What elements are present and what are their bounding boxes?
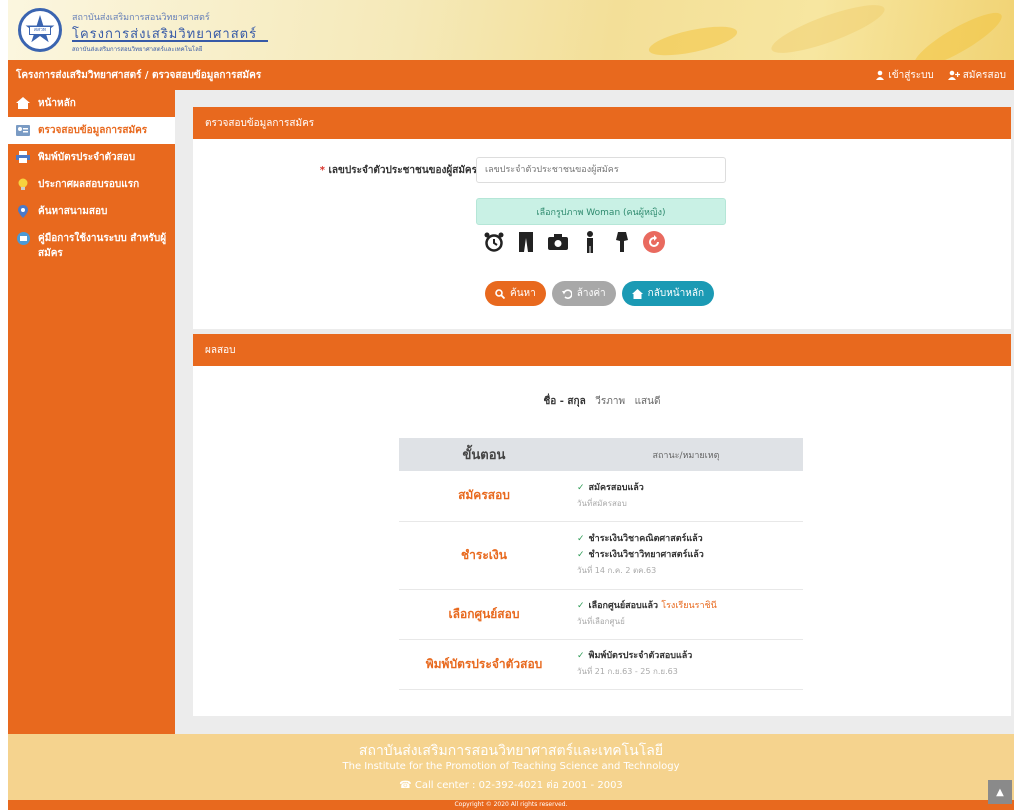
captcha-options: [483, 231, 665, 253]
brand-line-1: สถาบันส่งเสริมการสอนวิทยาศาสตร์: [72, 13, 210, 23]
column-header-step: ขั้นตอน: [399, 438, 569, 471]
table-row: สมัครสอบ ✓ สมัครสอบแล้ว วันที่สมัครสอบ: [399, 471, 803, 522]
phone-icon: ☎: [399, 780, 415, 791]
lightbulb-icon: [16, 177, 30, 191]
check-icon: ✓: [577, 550, 585, 560]
sidebar-item-results[interactable]: ประกาศผลสอบรอบแรก: [8, 171, 175, 198]
chevron-up-icon: ▲: [996, 786, 1004, 798]
footer-org-thai: สถาบันส่งเสริมการสอนวิทยาศาสตร์และเทคโนโ…: [358, 743, 664, 759]
search-button[interactable]: ค้นหา: [485, 281, 546, 306]
site-logo[interactable]: สสวท: [18, 8, 62, 52]
brand-subtitle: สถาบันส่งเสริมการสอนวิทยาศาสตร์และเทคโนโ…: [72, 46, 203, 53]
footer: สถาบันส่งเสริมการสอนวิทยาศาสตร์และเทคโนโ…: [8, 734, 1014, 800]
home-icon: [16, 96, 30, 110]
undo-icon: [561, 288, 572, 299]
alarm-clock-icon[interactable]: [483, 231, 505, 253]
person-icon[interactable]: [579, 231, 601, 253]
register-link[interactable]: สมัครสอบ: [947, 68, 1006, 83]
check-icon: ✓: [577, 601, 585, 611]
captcha-instruction: เลือกรูปภาพ Woman (คนผู้หญิง): [476, 198, 726, 225]
sidebar-item-check-application[interactable]: ตรวจสอบข้อมูลการสมัคร: [8, 117, 175, 144]
venue-link[interactable]: โรงเรียนราชินี: [661, 601, 717, 611]
login-link[interactable]: เข้าสู่ระบบ: [875, 68, 934, 83]
search-icon: [495, 288, 505, 299]
top-nav-bar: โครงการส่งเสริมวิทยาศาสตร์ / ตรวจสอบข้อม…: [8, 60, 1014, 90]
scroll-to-top-button[interactable]: ▲: [988, 780, 1012, 804]
sidebar-item-manual[interactable]: คู่มือการใช้งานระบบ สำหรับผู้สมัคร: [8, 225, 175, 267]
sidebar-item-home[interactable]: หน้าหลัก: [8, 90, 175, 117]
id-field-label: * เลขประจำตัวประชาชนของผู้สมัคร: [319, 165, 477, 176]
sidebar-item-print-card[interactable]: พิมพ์บัตรประจำตัวสอบ: [8, 144, 175, 171]
footer-contact: ☎ Call center : 02-392-4021 ต่อ 2001 - 2…: [399, 780, 623, 791]
check-application-panel: ตรวจสอบข้อมูลการสมัคร * เลขประจำตัวประชา…: [193, 107, 1011, 329]
column-header-detail: สถานะ/หมายเหตุ: [569, 438, 803, 471]
main-content: ตรวจสอบข้อมูลการสมัคร * เลขประจำตัวประชา…: [175, 90, 1014, 734]
panel-title: ตรวจสอบข้อมูลการสมัคร: [193, 107, 1011, 139]
back-home-button[interactable]: กลับหน้าหลัก: [621, 281, 715, 306]
user-icon: [876, 70, 885, 80]
status-table: ขั้นตอน สถานะ/หมายเหตุ สมัครสอบ ✓ สมัครสอ…: [399, 438, 803, 690]
footer-org-english: The Institute for the Promotion of Teach…: [342, 761, 680, 772]
applicant-name: ชื่อ - สกุล วีรภาพ แสนดี: [543, 396, 661, 407]
citizen-id-input[interactable]: [476, 157, 726, 183]
printer-icon: [16, 150, 30, 164]
refresh-icon[interactable]: [643, 231, 665, 253]
camera-icon[interactable]: [547, 231, 569, 253]
table-row: พิมพ์บัตรประจำตัวสอบ ✓ พิมพ์บัตรประจำตัวส…: [399, 639, 803, 690]
reset-button[interactable]: ล้างค่า: [551, 281, 616, 306]
user-plus-icon: [947, 70, 960, 80]
sidebar: หน้าหลัก ตรวจสอบข้อมูลการสมัคร พิมพ์บัตร…: [8, 90, 175, 734]
copyright-bar: Copyright © 2020 All rights reserved.: [8, 800, 1014, 810]
map-pin-icon: [16, 204, 30, 218]
table-row: เลือกศูนย์สอบ ✓ เลือกศูนย์สอบแล้ว โรงเรีย…: [399, 589, 803, 640]
id-card-icon: [16, 123, 30, 137]
result-panel-title: ผลสอบ: [193, 334, 1011, 366]
check-icon: ✓: [577, 651, 585, 661]
home-icon: [631, 288, 643, 299]
check-icon: ✓: [577, 534, 585, 544]
table-row: ชำระเงิน ✓ ชำระเงินวิชาคณิตศาสตร์แล้ว ✓ ชำ…: [399, 521, 803, 590]
dress-icon[interactable]: [611, 231, 633, 253]
header-banner: สสวท สถาบันส่งเสริมการสอนวิทยาศาสตร์ โคร…: [8, 0, 1014, 60]
breadcrumb[interactable]: โครงการส่งเสริมวิทยาศาสตร์ / ตรวจสอบข้อม…: [16, 68, 261, 83]
book-icon: [16, 231, 30, 245]
check-icon: ✓: [577, 482, 585, 493]
pants-icon[interactable]: [515, 231, 537, 253]
result-panel: ผลสอบ ชื่อ - สกุล วีรภาพ แสนดี ขั้นตอน ส…: [193, 334, 1011, 716]
sidebar-item-find-venue[interactable]: ค้นหาสนามสอบ: [8, 198, 175, 225]
